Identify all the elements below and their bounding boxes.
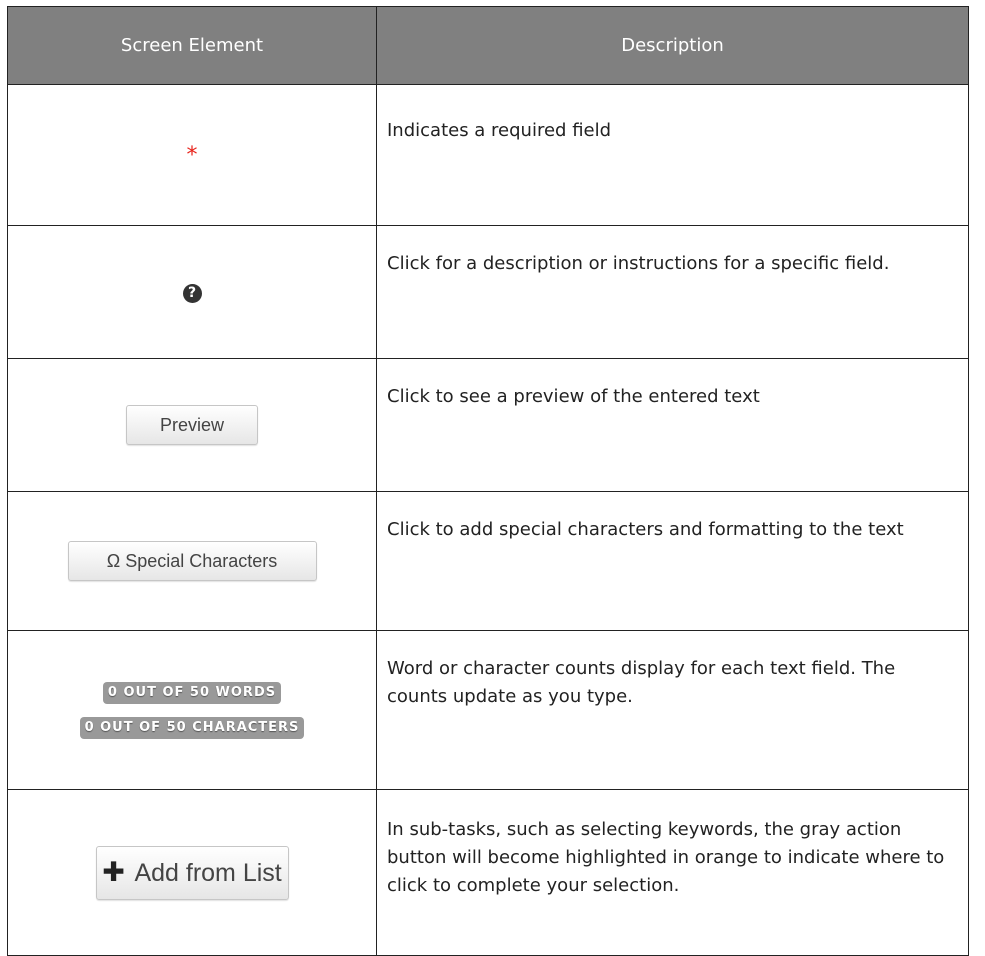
element-cell: *: [7, 84, 377, 226]
omega-icon: Ω: [106, 551, 121, 571]
description-cell: Click to see a preview of the entered te…: [376, 358, 969, 492]
table-row: 0 OUT OF 50 WORDS 0 OUT OF 50 CHARACTERS…: [7, 630, 969, 790]
description-cell: Click for a description or instructions …: [376, 225, 969, 359]
preview-button[interactable]: Preview: [126, 405, 258, 445]
table-row: Ω Special Characters Click to add specia…: [7, 491, 969, 631]
special-characters-label: Special Characters: [125, 551, 278, 571]
description-cell: In sub-tasks, such as selecting keywords…: [376, 789, 969, 956]
header-description: Description: [376, 6, 969, 85]
screen-elements-table: Screen Element Description * Indicates a…: [7, 6, 969, 956]
element-cell: ✚ Add from List: [7, 789, 377, 956]
element-cell: ?: [7, 225, 377, 359]
table-header-row: Screen Element Description: [7, 6, 969, 85]
table-row: Preview Click to see a preview of the en…: [7, 358, 969, 492]
add-from-list-label: Add from List: [134, 858, 282, 887]
word-count-badge: 0 OUT OF 50 WORDS: [102, 682, 282, 704]
required-asterisk-icon: *: [186, 142, 198, 168]
table-row: ✚ Add from List In sub-tasks, such as se…: [7, 789, 969, 956]
element-cell: Preview: [7, 358, 377, 492]
description-cell: Click to add special characters and form…: [376, 491, 969, 631]
element-cell: 0 OUT OF 50 WORDS 0 OUT OF 50 CHARACTERS: [7, 630, 377, 790]
plus-icon: ✚: [102, 856, 125, 888]
table-row: * Indicates a required field: [7, 84, 969, 226]
table-row: ? Click for a description or instruction…: [7, 225, 969, 359]
description-cell: Indicates a required field: [376, 84, 969, 226]
add-from-list-button[interactable]: ✚ Add from List: [95, 845, 289, 900]
question-circle-icon[interactable]: ?: [182, 283, 202, 303]
description-cell: Word or character counts display for eac…: [376, 630, 969, 790]
header-screen-element: Screen Element: [7, 6, 377, 85]
special-characters-button[interactable]: Ω Special Characters: [67, 541, 317, 581]
element-cell: Ω Special Characters: [7, 491, 377, 631]
character-count-badge: 0 OUT OF 50 CHARACTERS: [79, 717, 305, 739]
